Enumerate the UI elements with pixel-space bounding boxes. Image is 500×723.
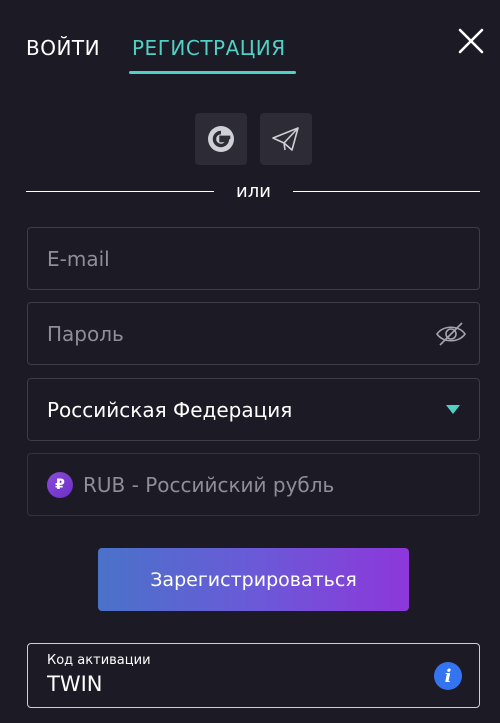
active-tab-indicator: [129, 71, 296, 74]
activation-code-field: Код активации i: [27, 643, 480, 708]
country-select-value: Российская Федерация: [47, 397, 293, 422]
registration-modal: ВОЙТИ РЕГИСТРАЦИЯ или Российская Федер: [0, 0, 500, 723]
eye-slash-icon[interactable]: [435, 320, 467, 348]
close-icon[interactable]: [456, 26, 486, 56]
activation-code-label: Код активации: [47, 653, 151, 668]
currency-select: ₽ RUB - Российский рубль: [27, 453, 480, 516]
telegram-icon: [272, 127, 299, 151]
ruble-icon: ₽: [47, 471, 73, 498]
info-icon[interactable]: i: [434, 662, 462, 690]
divider-line-left: [26, 191, 214, 192]
divider-label: или: [236, 181, 271, 202]
tab-login[interactable]: ВОЙТИ: [26, 36, 100, 60]
caret-down-icon: [446, 405, 460, 414]
divider-line-right: [293, 191, 480, 192]
register-button[interactable]: Зарегистрироваться: [98, 548, 409, 611]
currency-select-value: RUB - Российский рубль: [83, 472, 335, 497]
activation-code-input[interactable]: [47, 672, 427, 696]
email-field[interactable]: [47, 246, 460, 271]
country-select[interactable]: Российская Федерация: [27, 378, 480, 441]
tab-register[interactable]: РЕГИСТРАЦИЯ: [132, 36, 286, 60]
google-icon: [208, 126, 234, 152]
email-field-wrapper: [27, 227, 480, 290]
telegram-login-button[interactable]: [260, 113, 312, 165]
password-field-wrapper: [27, 302, 480, 365]
password-field[interactable]: [47, 321, 460, 346]
google-login-button[interactable]: [195, 113, 247, 165]
